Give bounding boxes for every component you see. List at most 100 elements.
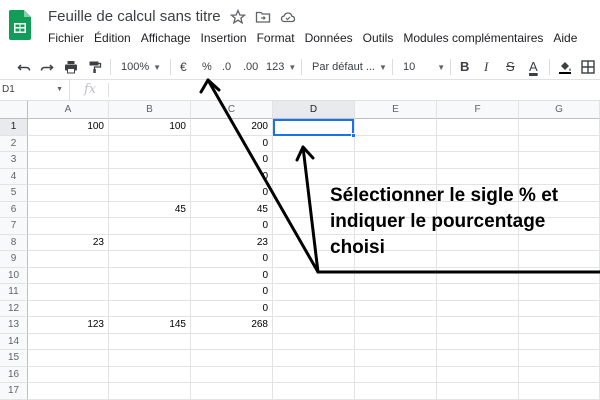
cell-e17[interactable] [355, 383, 437, 400]
strikethrough-button[interactable]: S [506, 54, 515, 80]
row-header[interactable]: 14 [0, 333, 28, 350]
cell-d3[interactable] [273, 152, 355, 169]
zoom-select[interactable]: 100% ▼ [121, 54, 161, 80]
menu-fichier[interactable]: Fichier [48, 31, 84, 45]
cell-g17[interactable] [519, 383, 600, 400]
cell-a13[interactable]: 123 [28, 317, 109, 334]
cell-d11[interactable] [273, 284, 355, 301]
cell-a17[interactable] [28, 383, 109, 400]
cell-b15[interactable] [109, 350, 191, 367]
cell-b10[interactable] [109, 267, 191, 284]
column-header-g[interactable]: G [519, 101, 600, 119]
cell-f12[interactable] [437, 300, 519, 317]
row-header[interactable]: 5 [0, 185, 28, 202]
cell-b8[interactable] [109, 234, 191, 251]
row-header[interactable]: 16 [0, 366, 28, 383]
cell-g10[interactable] [519, 267, 600, 284]
fill-color-icon[interactable] [558, 54, 572, 80]
row-header[interactable]: 7 [0, 218, 28, 235]
cell-e16[interactable] [355, 366, 437, 383]
cell-b1[interactable]: 100 [109, 119, 191, 136]
cell-b11[interactable] [109, 284, 191, 301]
cell-f1[interactable] [437, 119, 519, 136]
cell-g15[interactable] [519, 350, 600, 367]
row-header[interactable]: 4 [0, 168, 28, 185]
undo-icon[interactable] [17, 54, 31, 80]
cell-d2[interactable] [273, 135, 355, 152]
cell-b14[interactable] [109, 333, 191, 350]
increase-decimals-button[interactable]: .00 [243, 54, 258, 80]
menu-outils[interactable]: Outils [363, 31, 394, 45]
select-all-corner[interactable] [0, 101, 28, 119]
cell-a14[interactable] [28, 333, 109, 350]
cell-f16[interactable] [437, 366, 519, 383]
row-header[interactable]: 15 [0, 350, 28, 367]
row-header[interactable]: 13 [0, 317, 28, 334]
column-header-b[interactable]: B [109, 101, 191, 119]
cell-e12[interactable] [355, 300, 437, 317]
cell-f2[interactable] [437, 135, 519, 152]
menu-modules[interactable]: Modules complémentaires [403, 31, 543, 45]
column-header-c[interactable]: C [191, 101, 273, 119]
cell-c14[interactable] [191, 333, 273, 350]
cell-f13[interactable] [437, 317, 519, 334]
sheets-logo-icon[interactable] [9, 10, 31, 40]
cell-a4[interactable] [28, 168, 109, 185]
cell-c5[interactable]: 0 [191, 185, 273, 202]
row-header[interactable]: 1 [0, 119, 28, 136]
menu-edition[interactable]: Édition [94, 31, 131, 45]
star-icon[interactable] [229, 8, 247, 25]
cell-f11[interactable] [437, 284, 519, 301]
cell-d15[interactable] [273, 350, 355, 367]
row-header[interactable]: 10 [0, 267, 28, 284]
column-header-f[interactable]: F [437, 101, 519, 119]
cell-d16[interactable] [273, 366, 355, 383]
currency-button[interactable]: € [180, 54, 187, 80]
cell-b16[interactable] [109, 366, 191, 383]
row-header[interactable]: 8 [0, 234, 28, 251]
cell-a8[interactable]: 23 [28, 234, 109, 251]
row-header[interactable]: 17 [0, 383, 28, 400]
row-header[interactable]: 9 [0, 251, 28, 268]
cell-f3[interactable] [437, 152, 519, 169]
cell-e10[interactable] [355, 267, 437, 284]
cell-a12[interactable] [28, 300, 109, 317]
cell-b9[interactable] [109, 251, 191, 268]
cell-e11[interactable] [355, 284, 437, 301]
cell-e1[interactable] [355, 119, 437, 136]
cell-b4[interactable] [109, 168, 191, 185]
cell-c9[interactable]: 0 [191, 251, 273, 268]
cell-a9[interactable] [28, 251, 109, 268]
cell-f17[interactable] [437, 383, 519, 400]
more-formats-button[interactable]: 123 ▼ [266, 54, 296, 80]
cell-g3[interactable] [519, 152, 600, 169]
cell-e15[interactable] [355, 350, 437, 367]
column-header-a[interactable]: A [28, 101, 109, 119]
row-header[interactable]: 12 [0, 300, 28, 317]
formula-input[interactable] [115, 80, 595, 100]
print-icon[interactable] [64, 54, 78, 80]
menu-aide[interactable]: Aide [553, 31, 577, 45]
cell-b12[interactable] [109, 300, 191, 317]
document-title[interactable]: Feuille de calcul sans titre [48, 8, 221, 25]
decrease-decimals-button[interactable]: .0 [222, 54, 231, 80]
cell-a2[interactable] [28, 135, 109, 152]
italic-button[interactable]: I [484, 54, 488, 80]
cell-c4[interactable]: 0 [191, 168, 273, 185]
redo-icon[interactable] [40, 54, 54, 80]
cell-a5[interactable] [28, 185, 109, 202]
cell-c11[interactable]: 0 [191, 284, 273, 301]
cell-f10[interactable] [437, 267, 519, 284]
cell-b6[interactable]: 45 [109, 201, 191, 218]
bold-button[interactable]: B [460, 54, 469, 80]
cloud-status-icon[interactable] [280, 9, 296, 25]
cell-c12[interactable]: 0 [191, 300, 273, 317]
menu-insertion[interactable]: Insertion [201, 31, 247, 45]
cell-b3[interactable] [109, 152, 191, 169]
cell-a1[interactable]: 100 [28, 119, 109, 136]
menu-donnees[interactable]: Données [305, 31, 353, 45]
cell-a7[interactable] [28, 218, 109, 235]
row-header[interactable]: 11 [0, 284, 28, 301]
cell-c16[interactable] [191, 366, 273, 383]
cell-e2[interactable] [355, 135, 437, 152]
